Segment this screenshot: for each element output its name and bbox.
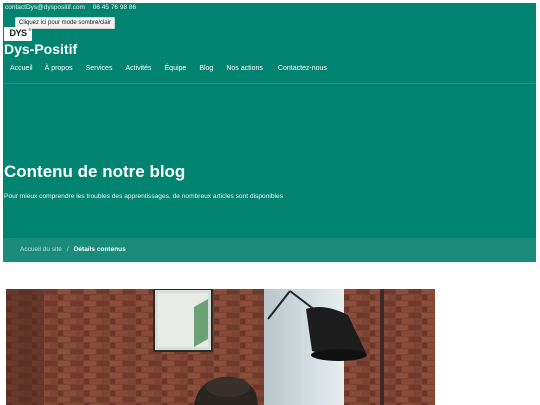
logo-registered-mark: ® [28, 27, 32, 32]
site-title[interactable]: Dys-Positif [4, 41, 77, 58]
contact-phone[interactable]: 06 45 76 98 86 [93, 4, 136, 11]
breadcrumb: Accueil du site / Détails contenus [20, 244, 126, 255]
blog-featured-image [6, 289, 435, 405]
site-header: contactDys@dyspositif.com 06 45 76 98 86… [3, 3, 536, 262]
page-subtitle: Pour mieux comprendre les troubles des a… [4, 193, 283, 200]
page-title: Contenu de notre blog [4, 162, 186, 181]
breadcrumb-home-link[interactable]: Accueil du site [20, 246, 62, 253]
nav-divider [3, 83, 536, 84]
logo[interactable]: DYS ® [4, 27, 32, 41]
contact-email[interactable]: contactDys@dyspositif.com [5, 4, 85, 11]
photo-illustration [6, 289, 435, 405]
nav-item-accueil[interactable]: Accueil [10, 63, 33, 75]
nav-item-contactez-nous[interactable]: Contactez-nous [278, 63, 327, 75]
nav-item-nos-actions[interactable]: Nos actions [226, 63, 263, 75]
breadcrumb-bar: Accueil du site / Détails contenus [3, 238, 536, 262]
logo-text: DYS [9, 28, 27, 38]
nav-item-a-propos[interactable]: À propos [45, 63, 73, 75]
breadcrumb-separator: / [66, 246, 69, 253]
nav-item-services[interactable]: Services [86, 63, 113, 75]
breadcrumb-current: Détails contenus [73, 246, 126, 253]
nav-item-activites[interactable]: Activités [125, 63, 151, 75]
nav-item-blog[interactable]: Blog [199, 63, 213, 75]
top-contact-bar: contactDys@dyspositif.com 06 45 76 98 86 [5, 3, 142, 12]
nav-item-equipe[interactable]: Équipe [165, 63, 187, 75]
main-nav: Accueil À propos Services Activités Équi… [10, 63, 327, 75]
